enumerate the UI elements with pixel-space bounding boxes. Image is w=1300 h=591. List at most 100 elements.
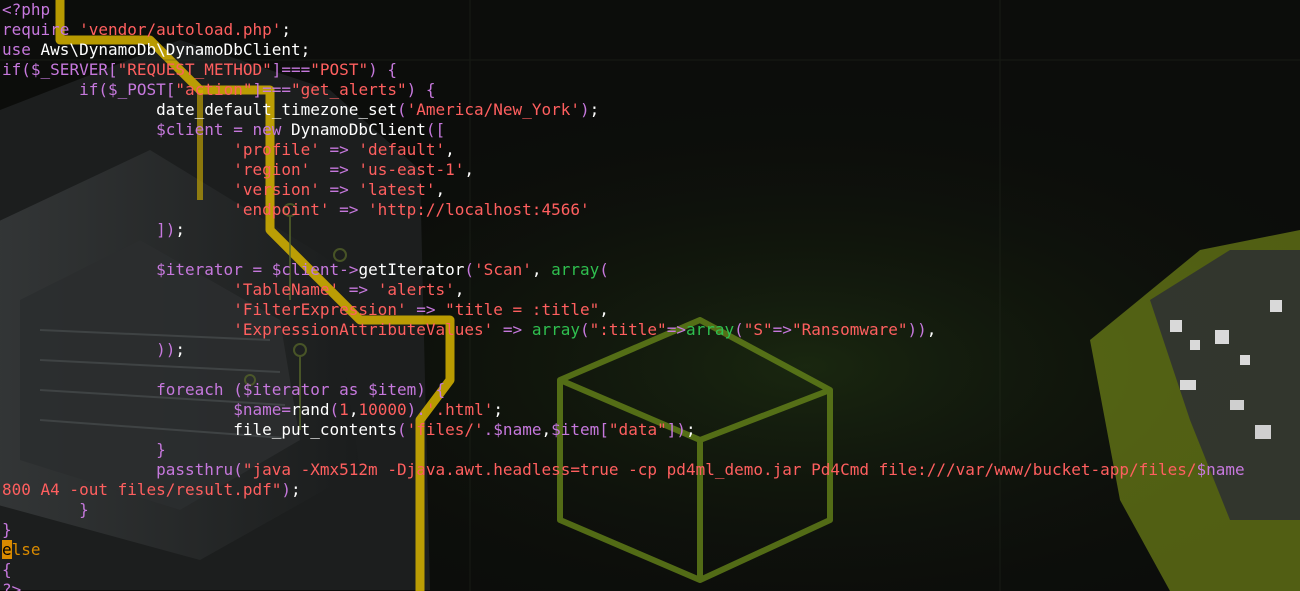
code-token: } <box>2 520 12 539</box>
code-token: ] <box>271 60 282 79</box>
code-token: . <box>483 420 494 439</box>
code-token: 'vendor/autoload.php' <box>79 20 282 39</box>
code-token: ]) <box>666 420 686 439</box>
code-token: ( <box>329 400 340 419</box>
code-token: )) <box>907 320 927 339</box>
code-line: $client = new DynamoDbClient([ <box>2 120 445 140</box>
code-token: ; <box>291 480 301 499</box>
code-token: ([ <box>425 120 446 139</box>
code-token: [ <box>599 420 609 439</box>
code-token: ]) <box>156 220 176 239</box>
code-line: { <box>2 560 12 580</box>
code-line: $iterator = $client->getIterator('Scan',… <box>2 260 609 280</box>
code-editor[interactable]: <?php require 'vendor/autoload.php'; use A… <box>0 0 1300 591</box>
code-token: ) <box>406 400 417 419</box>
code-line: else <box>2 540 41 560</box>
code-token: } <box>156 440 166 459</box>
code-line: use Aws\DynamoDb\DynamoDbClient; <box>2 40 310 60</box>
code-token: passthru <box>156 460 234 479</box>
code-token: 'alerts' <box>377 280 455 299</box>
code-token: => <box>493 320 532 339</box>
code-token: $item <box>551 420 600 439</box>
code-token: ; <box>685 420 696 439</box>
code-token: 'America/New_York' <box>406 100 580 119</box>
code-token: if <box>79 80 99 99</box>
code-token: ; <box>300 40 311 59</box>
code-line: } <box>2 520 12 540</box>
code-token: , <box>531 260 552 279</box>
code-token: array <box>685 320 735 339</box>
code-line: file_put_contents('files/'.$name,$item["… <box>2 420 696 440</box>
code-token: rand <box>291 400 330 419</box>
code-token: $name <box>493 420 542 439</box>
code-token: ) <box>579 100 590 119</box>
code-token: => <box>310 160 359 179</box>
code-token: "S" <box>743 320 773 339</box>
code-token: ; <box>175 220 186 239</box>
code-token: $iterator <box>156 260 243 279</box>
code-line: foreach ($iterator as $item) { <box>2 380 445 400</box>
code-token: = <box>242 260 272 279</box>
code-token: "POST" <box>310 60 369 79</box>
code-token: ( <box>396 100 407 119</box>
code-token: , <box>454 280 465 299</box>
code-token: => <box>319 140 359 159</box>
code-token: use <box>2 40 41 59</box>
code-token: => <box>666 320 686 339</box>
code-token: === <box>262 80 292 99</box>
code-token: { <box>2 560 12 579</box>
code-token: ( <box>223 380 243 399</box>
code-token: = <box>223 120 253 139</box>
code-token: ( <box>734 320 744 339</box>
code-token: , <box>599 300 609 319</box>
code-token: -> <box>339 260 359 279</box>
code-token: 'endpoint' <box>233 200 330 219</box>
code-token: file_put_contents <box>233 420 397 439</box>
code-token: => <box>406 300 446 319</box>
code-line: 'FilterExpression' => "title = :title", <box>2 300 609 320</box>
code-token: "Ransomware" <box>791 320 908 339</box>
code-token: , <box>445 140 455 159</box>
code-token: array <box>551 260 600 279</box>
code-token: 'TableName' <box>233 280 340 299</box>
code-token: require <box>2 20 80 39</box>
code-line: <?php <box>2 0 50 20</box>
code-token: $_POST <box>107 80 166 99</box>
code-token: array <box>531 320 580 339</box>
code-token: => <box>319 180 359 199</box>
code-line: } <box>2 440 166 460</box>
code-token: $client <box>156 120 224 139</box>
code-token: 'files/' <box>406 420 484 439</box>
code-line: 'region' => 'us-east-1', <box>2 160 474 180</box>
code-line: require 'vendor/autoload.php'; <box>2 20 291 40</box>
code-token: new <box>252 120 291 139</box>
code-token: , <box>348 400 359 419</box>
code-token: ( <box>21 60 31 79</box>
code-token: => <box>329 200 369 219</box>
code-line: date_default_timezone_set('America/New_Y… <box>2 100 599 120</box>
code-line: ]); <box>2 220 185 240</box>
code-token: , <box>435 180 446 199</box>
code-token: 1 <box>339 400 349 419</box>
code-token: as <box>329 380 369 399</box>
code-token: <?php <box>2 0 51 19</box>
code-token: 'region' <box>233 160 311 179</box>
code-token: $client <box>271 260 340 279</box>
code-token: ; <box>589 100 600 119</box>
code-token: ) { <box>416 380 446 399</box>
code-token: => <box>339 280 378 299</box>
